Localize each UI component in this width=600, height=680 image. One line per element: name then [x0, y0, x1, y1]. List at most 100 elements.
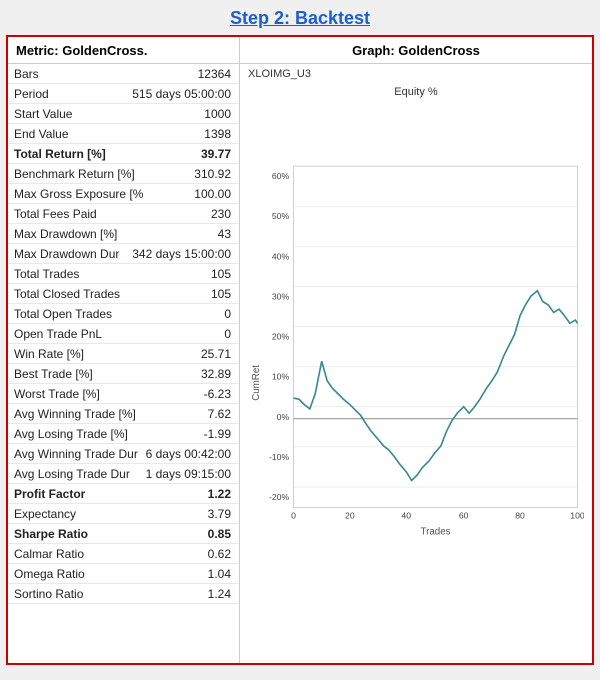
metric-row: Total Open Trades0: [8, 304, 239, 324]
metric-row: Max Drawdown Dur342 days 15:00:00: [8, 244, 239, 264]
metric-value: 1 days 09:15:00: [146, 467, 231, 481]
metric-label: Open Trade PnL: [14, 327, 161, 341]
svg-text:0: 0: [291, 510, 296, 520]
svg-text:0%: 0%: [277, 412, 290, 422]
metric-row: Total Fees Paid230: [8, 204, 239, 224]
metric-label: Max Drawdown Dur: [14, 247, 132, 261]
equity-chart: CumRet 60% 50% 40% 30% 20% 10% 0% -10% -…: [248, 100, 584, 655]
metric-row: Total Closed Trades105: [8, 284, 239, 304]
metric-value: 39.77: [161, 147, 231, 161]
metric-row: Worst Trade [%]-6.23: [8, 384, 239, 404]
metric-value: -6.23: [161, 387, 231, 401]
chart-title: Equity %: [394, 86, 437, 98]
metric-value: 230: [161, 207, 231, 221]
svg-text:40%: 40%: [272, 251, 290, 261]
svg-text:CumRet: CumRet: [251, 365, 262, 401]
metric-label: Avg Losing Trade Dur: [14, 467, 146, 481]
metric-label: Calmar Ratio: [14, 547, 161, 561]
metric-label: Total Trades: [14, 267, 161, 281]
metric-value: 515 days 05:00:00: [132, 87, 231, 101]
metric-label: Max Gross Exposure [%: [14, 187, 161, 201]
metric-value: 0: [161, 307, 231, 321]
svg-text:80: 80: [515, 510, 525, 520]
metric-label: Profit Factor: [14, 487, 161, 501]
metric-row: Total Return [%]39.77: [8, 144, 239, 164]
metric-row: Total Trades105: [8, 264, 239, 284]
page-title: Step 2: Backtest: [0, 0, 600, 35]
left-panel-title: Metric: GoldenCross.: [8, 37, 239, 64]
metric-row: Best Trade [%]32.89: [8, 364, 239, 384]
main-container: Metric: GoldenCross. Bars12364Period515 …: [6, 35, 594, 665]
chart-container: Equity % CumRet 60% 50% 40% 30% 20% 10% …: [240, 80, 592, 663]
metric-label: End Value: [14, 127, 161, 141]
metric-row: Avg Losing Trade [%]-1.99: [8, 424, 239, 444]
metric-value: 6 days 00:42:00: [146, 447, 231, 461]
metric-value: 1398: [161, 127, 231, 141]
metric-label: Avg Losing Trade [%]: [14, 427, 161, 441]
svg-text:20: 20: [345, 510, 355, 520]
svg-text:100: 100: [570, 510, 584, 520]
metric-value: 12364: [161, 67, 231, 81]
metric-label: Worst Trade [%]: [14, 387, 161, 401]
metric-label: Best Trade [%]: [14, 367, 161, 381]
metric-value: 342 days 15:00:00: [132, 247, 231, 261]
metric-row: Calmar Ratio0.62: [8, 544, 239, 564]
svg-text:Trades: Trades: [421, 527, 451, 538]
metric-label: Omega Ratio: [14, 567, 161, 581]
metric-value: 43: [161, 227, 231, 241]
metric-value: 32.89: [161, 367, 231, 381]
metric-value: 0.85: [161, 527, 231, 541]
metric-row: Sharpe Ratio0.85: [8, 524, 239, 544]
metric-label: Total Open Trades: [14, 307, 161, 321]
metric-value: 0: [161, 327, 231, 341]
metric-label: Max Drawdown [%]: [14, 227, 161, 241]
metric-value: 1000: [161, 107, 231, 121]
metric-label: Benchmark Return [%]: [14, 167, 161, 181]
svg-text:-20%: -20%: [269, 492, 290, 502]
metric-value: 310.92: [161, 167, 231, 181]
metric-row: Bars12364: [8, 64, 239, 84]
svg-text:40: 40: [401, 510, 411, 520]
metric-row: Expectancy3.79: [8, 504, 239, 524]
metric-value: 7.62: [161, 407, 231, 421]
metric-row: End Value1398: [8, 124, 239, 144]
metric-row: Max Gross Exposure [%100.00: [8, 184, 239, 204]
metric-row: Period515 days 05:00:00: [8, 84, 239, 104]
metric-value: -1.99: [161, 427, 231, 441]
metric-row: Benchmark Return [%]310.92: [8, 164, 239, 184]
metric-row: Sortino Ratio1.24: [8, 584, 239, 604]
graph-label-top: XLOIMG_U3: [240, 64, 592, 80]
metric-value: 1.24: [161, 587, 231, 601]
metric-row: Avg Winning Trade [%]7.62: [8, 404, 239, 424]
svg-text:10%: 10%: [272, 372, 290, 382]
metric-value: 1.22: [161, 487, 231, 501]
metric-row: Max Drawdown [%]43: [8, 224, 239, 244]
right-panel: Graph: GoldenCross XLOIMG_U3 Equity % Cu…: [240, 37, 592, 663]
metric-value: 100.00: [161, 187, 231, 201]
metric-row: Open Trade PnL0: [8, 324, 239, 344]
metric-label: Expectancy: [14, 507, 161, 521]
metric-row: Omega Ratio1.04: [8, 564, 239, 584]
metric-label: Sortino Ratio: [14, 587, 161, 601]
metric-value: 25.71: [161, 347, 231, 361]
svg-text:50%: 50%: [272, 211, 290, 221]
svg-text:30%: 30%: [272, 291, 290, 301]
metric-value: 105: [161, 267, 231, 281]
metric-row: Profit Factor1.22: [8, 484, 239, 504]
metric-value: 0.62: [161, 547, 231, 561]
metric-label: Win Rate [%]: [14, 347, 161, 361]
svg-text:20%: 20%: [272, 332, 290, 342]
metric-value: 105: [161, 287, 231, 301]
metric-label: Total Fees Paid: [14, 207, 161, 221]
metric-label: Total Closed Trades: [14, 287, 161, 301]
metric-row: Avg Winning Trade Dur6 days 00:42:00: [8, 444, 239, 464]
metric-row: Start Value1000: [8, 104, 239, 124]
left-panel: Metric: GoldenCross. Bars12364Period515 …: [8, 37, 240, 663]
metric-row: Win Rate [%]25.71: [8, 344, 239, 364]
metric-label: Period: [14, 87, 132, 101]
metrics-container: Bars12364Period515 days 05:00:00Start Va…: [8, 64, 239, 604]
metric-row: Avg Losing Trade Dur1 days 09:15:00: [8, 464, 239, 484]
metric-label: Sharpe Ratio: [14, 527, 161, 541]
metric-label: Start Value: [14, 107, 161, 121]
right-panel-title: Graph: GoldenCross: [240, 37, 592, 64]
